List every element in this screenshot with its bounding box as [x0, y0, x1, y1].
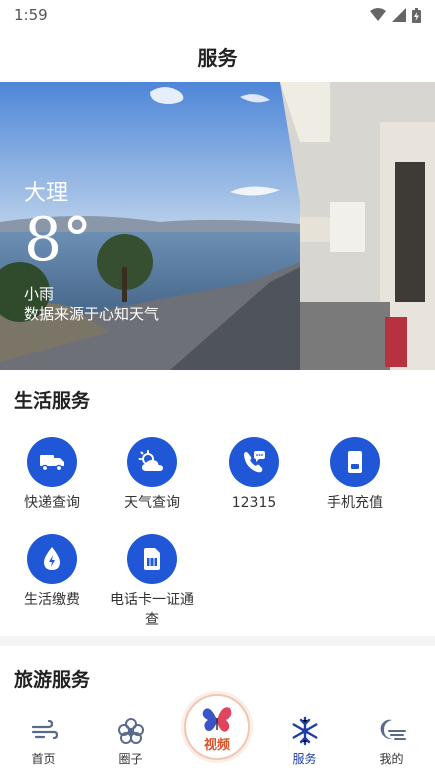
- water-drop-icon: [27, 534, 77, 584]
- nav-label: 服务: [292, 752, 317, 766]
- section-divider: [0, 636, 435, 646]
- weather-banner[interactable]: 大理 8° 小雨 数据来源于心知天气: [0, 82, 435, 370]
- weather-source: 数据来源于心知天气: [24, 305, 160, 323]
- service-weather-query[interactable]: 天气查询: [100, 437, 204, 513]
- service-mobile-recharge[interactable]: 手机充值: [303, 437, 407, 513]
- cloud-sun-icon: [127, 437, 177, 487]
- nav-services[interactable]: 服务: [261, 713, 348, 773]
- status-bar: 1:59: [0, 0, 435, 30]
- wifi-icon: [370, 8, 386, 21]
- status-time: 1:59: [14, 6, 48, 24]
- butterfly-icon: [202, 706, 232, 732]
- weather-temperature: 8°: [24, 205, 93, 275]
- service-sim-card-check[interactable]: 电话卡一证通查: [100, 534, 204, 630]
- life-services-title: 生活服务: [14, 390, 91, 412]
- service-label: 12315: [231, 495, 277, 511]
- weather-condition: 小雨: [24, 285, 55, 303]
- service-label: 电话卡一证通查: [110, 592, 194, 628]
- moon-icon: [377, 716, 407, 746]
- service-label: 快递查询: [24, 495, 80, 511]
- snowflake-icon: [290, 716, 320, 746]
- weather-city: 大理: [24, 181, 69, 206]
- service-express-tracking[interactable]: 快递查询: [0, 437, 104, 513]
- service-utility-payment[interactable]: 生活缴费: [0, 534, 104, 610]
- mobile-phone-icon: [330, 437, 380, 487]
- phone-chat-icon: [229, 437, 279, 487]
- page-header: 服务: [0, 30, 435, 82]
- nav-label: 视频: [203, 737, 230, 753]
- service-label: 生活缴费: [24, 592, 80, 608]
- sim-card-icon: [127, 534, 177, 584]
- nav-circle[interactable]: 圈子: [87, 713, 174, 773]
- nav-label: 首页: [31, 752, 56, 766]
- service-label: 手机充值: [327, 495, 383, 511]
- travel-services-title: 旅游服务: [14, 669, 91, 691]
- flower-icon: [117, 716, 145, 746]
- status-icons: [370, 7, 421, 23]
- nav-label: 圈子: [118, 752, 143, 766]
- nav-video-button[interactable]: 视频: [184, 694, 250, 760]
- signal-icon: [392, 8, 406, 22]
- battery-icon: [412, 7, 421, 23]
- service-12315[interactable]: 12315: [202, 437, 306, 513]
- service-label: 天气查询: [124, 495, 180, 511]
- nav-home[interactable]: 首页: [0, 713, 87, 773]
- page-title: 服务: [197, 45, 238, 70]
- nav-profile[interactable]: 我的: [348, 713, 435, 773]
- truck-icon: [27, 437, 77, 487]
- wind-icon: [30, 716, 58, 746]
- nav-label: 我的: [379, 752, 404, 766]
